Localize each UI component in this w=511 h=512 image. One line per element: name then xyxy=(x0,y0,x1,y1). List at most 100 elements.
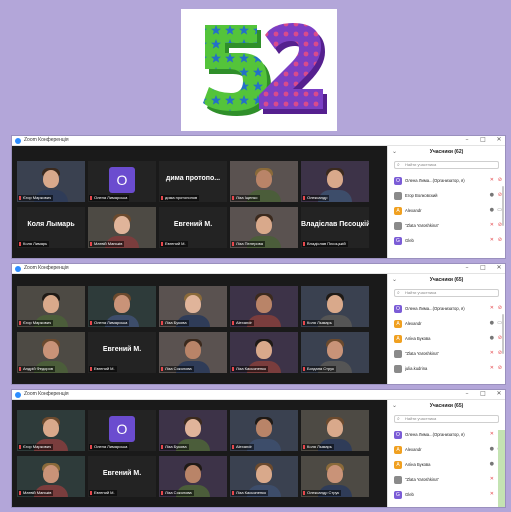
video-tile[interactable]: Ліза Букова xyxy=(159,286,227,327)
mic-off-icon[interactable]: ✕ xyxy=(490,222,494,228)
participant-name-tag: Ліза Букова xyxy=(160,320,189,326)
participant-row[interactable]: OОлена Лима...(Организатор, я)✕⊘ xyxy=(388,174,505,189)
maximize-button[interactable]: □ xyxy=(476,136,490,143)
minimize-button[interactable]: – xyxy=(460,390,474,397)
mic-off-icon[interactable]: ✕ xyxy=(490,350,494,356)
participant-row[interactable]: "Zlata Yaroshkina"✕⊘ xyxy=(388,347,505,362)
video-tile[interactable]: Матвій Маньків xyxy=(88,207,156,248)
mic-off-icon[interactable]: ✕ xyxy=(490,431,494,437)
video-tile[interactable]: Коля Лымарь xyxy=(301,410,369,451)
video-tile[interactable]: Ліза Касьяненко xyxy=(230,332,298,373)
video-tile[interactable]: Єгор Маркович xyxy=(17,286,85,327)
participant-name-tag: Єгор Маркович xyxy=(18,195,54,201)
camera-off-icon[interactable]: ⊘ xyxy=(498,365,502,371)
video-tile[interactable]: дима протопо... дима протопопов xyxy=(159,161,227,202)
window-title: Zoom Конференція xyxy=(24,265,69,271)
participants-panel: ⌄ Учасники (65) ⌕ Найти участника O Олена Лим… xyxy=(387,400,505,507)
panel-scrollbar[interactable] xyxy=(502,186,504,226)
participant-row[interactable]: AАліна Букова●⊘ xyxy=(388,332,505,347)
video-tile[interactable]: Єгор Маркович xyxy=(17,410,85,451)
video-tile[interactable]: O Олена Лимарська xyxy=(88,161,156,202)
mic-off-icon[interactable]: ✕ xyxy=(490,305,494,311)
participant-search-input[interactable]: ⌕ Найти участника xyxy=(394,415,499,423)
camera-off-icon[interactable]: ⊘ xyxy=(498,305,502,311)
participant-name-tag: Владіслав Пєсоцькій xyxy=(302,241,348,247)
video-tile[interactable]: O Олена Лимарська xyxy=(88,410,156,451)
participant-display-name: Евгений М. xyxy=(102,470,142,477)
zoom-window-2: Zoom Конференція – □ ✕ Єгор Маркович Олена Ли… xyxy=(11,263,506,385)
video-tile[interactable]: Богдана Струк xyxy=(301,332,369,373)
camera-off-icon[interactable]: ⊘ xyxy=(498,177,502,183)
participant-name-tag: дима протопопов xyxy=(160,195,200,201)
video-tile[interactable]: Ліза Іщенко xyxy=(230,161,298,202)
participant-row[interactable]: AAlexandr●▭ xyxy=(388,204,505,219)
mic-icon[interactable]: ● xyxy=(490,446,494,452)
participant-avatar: A xyxy=(394,320,402,328)
minimize-button[interactable]: – xyxy=(460,136,474,143)
mic-off-icon[interactable]: ✕ xyxy=(490,491,494,497)
video-tile[interactable]: Alexandr xyxy=(230,286,298,327)
video-tile[interactable]: Ліза Соколова xyxy=(159,332,227,373)
person-face xyxy=(327,465,343,483)
mic-icon[interactable]: ● xyxy=(490,192,494,198)
video-tile[interactable]: Коля Лымарь xyxy=(301,286,369,327)
mic-off-icon[interactable]: ✕ xyxy=(490,365,494,371)
participant-row[interactable]: "Zlata Yaroshkina"✕⊘ xyxy=(388,219,505,234)
video-tile[interactable]: Ліза Букова xyxy=(159,410,227,451)
video-tile[interactable]: Матвій Маньків xyxy=(17,456,85,497)
search-placeholder: Найти участника xyxy=(405,290,437,295)
participant-row[interactable]: julia.kudrina ✕ ⊘ xyxy=(388,362,505,377)
participant-avatar: O xyxy=(394,177,402,185)
participant-row[interactable]: OОлена Лима...(Организатор, я)✕⊘ xyxy=(388,428,505,443)
video-tile[interactable]: Владіслав Пєсоцкій Владіслав Пєсоцькій xyxy=(301,207,369,248)
video-tile[interactable]: Олександр Струк xyxy=(301,456,369,497)
video-tile[interactable]: Єгор Маркович xyxy=(17,161,85,202)
participant-name-tag: Коля Лимарь xyxy=(18,241,50,247)
participant-row[interactable]: Егор Волковский ● ⊘ xyxy=(388,189,505,204)
close-button[interactable]: ✕ xyxy=(492,390,505,397)
participant-row[interactable]: AАліна Букова●⊘ xyxy=(388,458,505,473)
participant-avatar xyxy=(394,365,402,373)
panel-scrollbar[interactable] xyxy=(502,314,504,354)
mic-off-icon[interactable]: ✕ xyxy=(490,237,494,243)
close-button[interactable]: ✕ xyxy=(492,264,505,271)
maximize-button[interactable]: □ xyxy=(476,264,490,271)
participant-row[interactable]: "Zlata Yaroshkina"✕⊘ xyxy=(388,473,505,488)
participant-search-input[interactable]: ⌕ Найти участника xyxy=(394,161,499,169)
participant-row[interactable]: GGleb✕⊘ xyxy=(388,488,505,503)
participant-row[interactable]: GGleb✕⊘ xyxy=(388,234,505,249)
video-tile[interactable]: Коля Лымарь Коля Лимарь xyxy=(17,207,85,248)
participant-row[interactable]: AAlexandr●▭ xyxy=(388,317,505,332)
mic-icon[interactable]: ● xyxy=(490,207,494,213)
mic-icon[interactable]: ● xyxy=(490,320,494,326)
maximize-button[interactable]: □ xyxy=(476,390,490,397)
participant-avatar xyxy=(394,476,402,484)
mic-off-icon[interactable]: ✕ xyxy=(490,177,494,183)
video-tile[interactable]: Ліза Пелерова xyxy=(230,207,298,248)
mic-icon[interactable]: ● xyxy=(490,461,494,467)
close-button[interactable]: ✕ xyxy=(492,136,505,143)
video-tile[interactable]: Евгений М. Евгений М. xyxy=(88,456,156,497)
title-bar: Zoom Конференція – □ ✕ xyxy=(12,136,505,146)
participant-row[interactable]: OОлена Лима...(Организатор, я)✕⊘ xyxy=(388,302,505,317)
participant-row[interactable]: AAlexandr●▭ xyxy=(388,443,505,458)
participant-avatar: G xyxy=(394,237,402,245)
video-tile[interactable]: Олена Лимарська xyxy=(88,286,156,327)
person-face xyxy=(327,170,343,188)
participant-name-tag: Ліза Касьяненко xyxy=(231,490,269,496)
participant-avatar xyxy=(394,192,402,200)
mic-off-icon[interactable]: ✕ xyxy=(490,476,494,482)
zoom-window-3: Zoom Конференція – □ ✕ Єгор Маркович O Олена Л… xyxy=(11,389,506,508)
video-tile[interactable]: Олександр xyxy=(301,161,369,202)
video-tile[interactable]: Андрій Федоров xyxy=(17,332,85,373)
minimize-button[interactable]: – xyxy=(460,264,474,271)
mic-icon[interactable]: ● xyxy=(490,335,494,341)
video-tile[interactable]: Ліза Соколова xyxy=(159,456,227,497)
video-tile[interactable]: Ліза Касьяненко xyxy=(230,456,298,497)
video-tile[interactable]: Евгений М. Евгений М. xyxy=(88,332,156,373)
participant-search-input[interactable]: ⌕ Найти участника xyxy=(394,289,499,297)
video-tile[interactable]: Alexandr xyxy=(230,410,298,451)
video-tile[interactable]: Евгений М. Евгений М. xyxy=(159,207,227,248)
participant-display-name: дима протопо... xyxy=(165,175,221,182)
camera-off-icon[interactable]: ⊘ xyxy=(498,237,502,243)
